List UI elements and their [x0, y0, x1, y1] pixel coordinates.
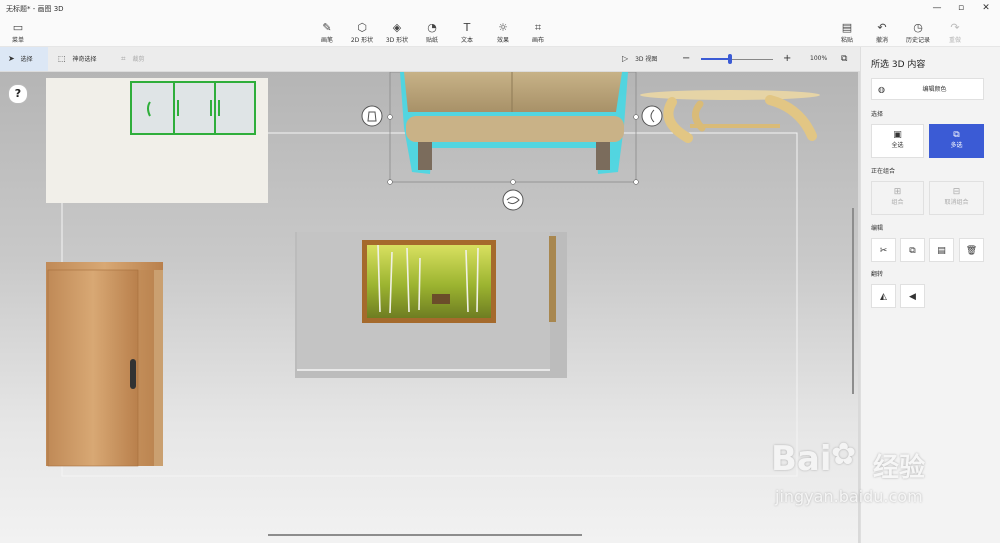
crop-icon: ⌗ [121, 54, 126, 63]
flip-vertical-icon: ◀ [909, 292, 916, 302]
maximize-button[interactable]: ▫ [950, 0, 972, 16]
stickers-icon: ◔ [427, 21, 437, 34]
select-section-label: 选择 [871, 111, 884, 118]
paste-panel-button[interactable]: ▤ [929, 238, 954, 262]
selection-bar: ➤ 选择 ⬚ 神奇选择 ⌗ 裁剪 ▷ 3D 视图 − + 100% ⧉ [0, 47, 860, 72]
ungroup-button[interactable]: ⊟ 取消组合 [929, 181, 984, 215]
color-palette-icon: ◍ [878, 85, 885, 94]
door-object [46, 262, 163, 467]
undo-icon: ↶ [877, 21, 887, 34]
paste-icon: ▤ [841, 21, 853, 34]
zoom-slider-fill [701, 58, 730, 60]
flip-horizontal-button[interactable]: ◭ [871, 284, 896, 308]
zoom-in-button[interactable]: + [783, 47, 791, 71]
properties-panel: 所选 3D 内容 ◍ 编辑颜色 选择 ▣ 全选 ⧉ 多选 正在组合 ⊞ 组合 ⊟… [771, 47, 1000, 543]
3d-view-icon: ▷ [622, 54, 629, 63]
flip-section-label: 翻转 [871, 271, 884, 278]
zoom-level: 100% [810, 55, 828, 62]
panel-title: 所选 3D 内容 [871, 60, 926, 70]
rotate-y-handle [641, 105, 663, 127]
cursor-icon: ➤ [8, 54, 15, 63]
sofa-object [361, 72, 663, 211]
copy-icon: ⧉ [909, 246, 916, 256]
delete-button[interactable]: 🗑 [959, 238, 984, 262]
canvas-area[interactable]: ? [0, 72, 858, 543]
paw-icon: ✿ [831, 437, 857, 472]
crop-button[interactable]: ⌗ 裁剪 [121, 47, 144, 71]
watermark-url: jingyan.baidu.com [775, 487, 923, 506]
multi-select-icon: ⧉ [953, 130, 960, 140]
2d-shapes-icon: ⬡ [357, 21, 367, 34]
tool-stickers[interactable]: ◔ 贴纸 [414, 21, 450, 45]
multi-select-button[interactable]: ⧉ 多选 [929, 124, 984, 158]
edit-color-button[interactable]: ◍ 编辑颜色 [871, 78, 984, 100]
group-button[interactable]: ⊞ 组合 [871, 181, 924, 215]
redo-icon: ↷ [950, 21, 960, 34]
select-button[interactable]: ➤ 选择 [0, 47, 48, 71]
group-section-label: 正在组合 [871, 168, 896, 175]
select-all-button[interactable]: ▣ 全选 [871, 124, 924, 158]
wall-cabinet-object [46, 78, 268, 203]
horizontal-scrollbar [268, 534, 582, 536]
paste-icon: ▤ [937, 246, 946, 256]
fit-to-window-icon[interactable]: ⧉ [841, 47, 847, 71]
window-title: 无标题* - 画图 3D [6, 5, 64, 13]
tool-canvas[interactable]: ⌗ 画布 [520, 21, 556, 45]
close-button[interactable]: ✕ [975, 0, 997, 16]
effects-icon: ☼ [498, 21, 508, 34]
text-icon: T [463, 21, 471, 34]
tool-3d-shapes[interactable]: ◈ 3D 形状 [379, 21, 415, 45]
menu-button[interactable]: ▭ 菜单 [0, 21, 36, 45]
select-all-icon: ▣ [893, 130, 902, 140]
watermark-brand: 经验 [873, 453, 926, 483]
paste-button[interactable]: ▤ 粘贴 [829, 21, 865, 45]
trash-icon: 🗑 [965, 246, 978, 256]
folder-icon: ▭ [12, 21, 24, 34]
tool-brushes[interactable]: ✎ 画笔 [309, 21, 345, 45]
rotate-z-handle [502, 189, 524, 211]
ungroup-icon: ⊟ [952, 187, 961, 197]
flip-vertical-button[interactable]: ◀ [900, 284, 925, 308]
watermark: Bai ✿ 经验 jingyan.baidu.com [771, 437, 1000, 539]
brush-icon: ✎ [322, 21, 332, 34]
zoom-slider[interactable] [701, 54, 773, 64]
watermark-logo: Bai [771, 439, 832, 479]
3d-shapes-icon: ◈ [392, 21, 402, 34]
history-button[interactable]: ◷ 历史记录 [900, 21, 936, 45]
flip-horizontal-icon: ◭ [880, 292, 887, 302]
group-icon: ⊞ [893, 187, 902, 197]
tool-2d-shapes[interactable]: ⬡ 2D 形状 [344, 21, 380, 45]
zoom-out-button[interactable]: − [682, 47, 690, 71]
3d-view-button[interactable]: ▷ 3D 视图 [622, 47, 657, 71]
cut-button[interactable]: ✂ [871, 238, 896, 262]
redo-button[interactable]: ↷ 重做 [937, 21, 973, 45]
cut-icon: ✂ [879, 246, 888, 256]
rotate-x-handle [361, 105, 383, 127]
undo-button[interactable]: ↶ 撤消 [864, 21, 900, 45]
top-toolbar: 无标题* - 画图 3D — ▫ ✕ ▭ 菜单 ✎ 画笔 ⬡ 2D 形状 ◈ 3… [0, 0, 1000, 47]
tool-effects[interactable]: ☼ 效果 [485, 21, 521, 45]
copy-button[interactable]: ⧉ [900, 238, 925, 262]
tool-text[interactable]: T 文本 [449, 21, 485, 45]
scene [46, 72, 854, 536]
canvas-icon: ⌗ [534, 21, 542, 34]
magic-select-button[interactable]: ⬚ 神奇选择 [58, 47, 97, 71]
minimize-button[interactable]: — [926, 0, 948, 16]
zoom-slider-thumb[interactable] [727, 54, 732, 64]
vertical-scrollbar [852, 208, 854, 394]
help-button[interactable]: ? [8, 84, 28, 104]
magic-select-icon: ⬚ [58, 54, 66, 63]
table-object [640, 90, 820, 143]
edit-section-label: 编辑 [871, 225, 884, 232]
history-icon: ◷ [913, 21, 923, 34]
room-object [295, 232, 567, 378]
